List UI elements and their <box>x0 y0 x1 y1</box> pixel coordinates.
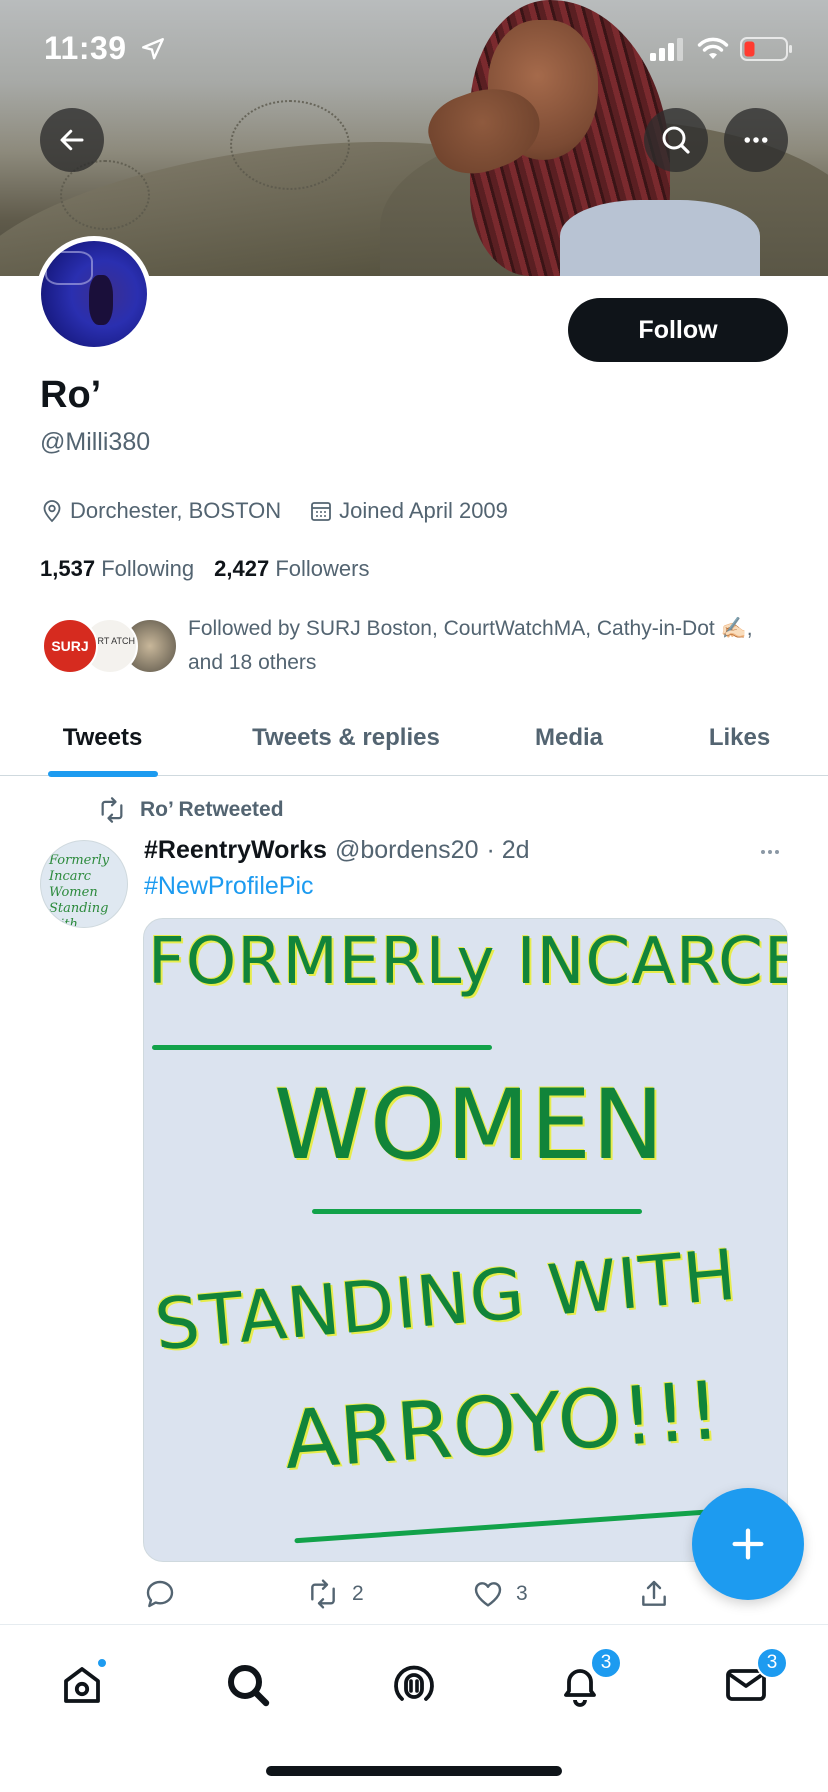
reply-button[interactable] <box>144 1578 176 1610</box>
tweet-actions: 2 3 <box>144 1574 684 1614</box>
more-icon <box>761 850 779 854</box>
wifi-icon <box>697 37 729 59</box>
tweet-header: #ReentryWorks @bordens20 · 2d <box>144 836 530 865</box>
calendar-icon <box>311 502 332 521</box>
location-icon <box>43 500 61 523</box>
followers-link[interactable]: 2,427 Followers <box>214 556 369 582</box>
banner-tree <box>230 100 350 190</box>
nav-spaces[interactable] <box>384 1655 444 1715</box>
compose-plus-icon <box>732 1528 764 1560</box>
reply-icon <box>146 1580 174 1608</box>
back-button[interactable] <box>40 108 104 172</box>
profile-location: Dorchester, BOSTON <box>40 498 281 524</box>
retweet-icon <box>101 797 123 823</box>
profile-name: Ro’ <box>40 374 102 416</box>
tweet-hashtag-link[interactable]: #NewProfilePic <box>144 872 314 901</box>
nav-notifications[interactable]: 3 <box>550 1647 622 1715</box>
media-line-1: FORMERLy INCARCER <box>148 925 788 999</box>
nav-home[interactable] <box>52 1655 112 1715</box>
active-tab-indicator <box>47 771 158 777</box>
followed-by-text: Followed by SURJ Boston, CourtWatchMA, C… <box>188 617 753 674</box>
retweet-button[interactable]: 2 <box>306 1578 364 1610</box>
nav-messages[interactable]: 3 <box>716 1647 788 1715</box>
follow-button[interactable]: Follow <box>568 298 788 362</box>
profile-avatar[interactable] <box>36 236 152 352</box>
signal-icon <box>650 38 683 61</box>
battery-icon <box>740 37 792 61</box>
tweet-media-image[interactable]: FORMERLy INCARCER WOMEN STANDING WITH AR… <box>143 918 788 1562</box>
followed-by[interactable]: SURJ OURT ATCH A Followed by SURJ Boston… <box>40 612 800 682</box>
tweet-author-avatar[interactable]: Formerly Incarc Women Standing with Arro… <box>40 840 128 928</box>
media-line-2: WOMEN <box>274 1069 665 1181</box>
location-arrow-icon <box>142 38 164 60</box>
share-button[interactable] <box>638 1578 670 1610</box>
tweet-username[interactable]: @bordens20 <box>335 836 479 865</box>
profile-tabs: Tweets Tweets & replies Media Likes <box>0 700 828 777</box>
profile-meta: Dorchester, BOSTON Joined April 2009 <box>40 498 536 524</box>
search-button[interactable] <box>644 108 708 172</box>
status-bar: 11:39 <box>0 0 828 100</box>
tab-likes[interactable]: Likes <box>651 700 828 776</box>
media-underline <box>312 1209 642 1214</box>
media-underline <box>294 1507 734 1544</box>
tweet-more-button[interactable] <box>754 840 786 869</box>
tab-tweets-replies[interactable]: Tweets & replies <box>205 700 487 776</box>
share-icon <box>642 1580 666 1606</box>
retweet-count: 2 <box>352 1582 364 1605</box>
avatar-image <box>41 241 147 347</box>
follower-avatar-surj: SURJ <box>42 618 98 674</box>
like-button[interactable]: 3 <box>472 1578 528 1610</box>
search-icon <box>662 126 690 154</box>
tweet-display-name[interactable]: #ReentryWorks <box>144 836 327 865</box>
profile-joined: Joined April 2009 <box>309 498 508 524</box>
tweet-time: · 2d <box>486 836 530 864</box>
tweet-avatar-text: Formerly Incarc Women Standing with Arro… <box>49 853 110 928</box>
following-link[interactable]: 1,537 Following <box>40 556 194 582</box>
more-options-button[interactable] <box>724 108 788 172</box>
nav-explore[interactable] <box>218 1655 278 1715</box>
media-line-3: STANDING WITH <box>151 1233 741 1367</box>
tab-media[interactable]: Media <box>487 700 651 776</box>
home-new-indicator <box>96 1657 108 1669</box>
back-arrow-icon <box>60 129 84 151</box>
retweet-context: Ro’ Retweeted <box>96 796 284 824</box>
retweet-icon <box>311 1579 335 1609</box>
more-icon <box>744 137 768 143</box>
status-icons <box>650 36 794 62</box>
spaces-icon <box>394 1665 434 1701</box>
compose-tweet-button[interactable] <box>692 1488 804 1600</box>
notifications-badge: 3 <box>590 1647 622 1679</box>
like-count: 3 <box>516 1582 528 1605</box>
profile-handle: @Milli380 <box>40 428 151 456</box>
follow-counts: 1,537 Following 2,427 Followers <box>40 556 389 582</box>
media-underline <box>152 1045 492 1050</box>
explore-icon <box>228 1665 270 1707</box>
messages-badge: 3 <box>756 1647 788 1679</box>
status-time: 11:39 <box>44 30 166 67</box>
home-indicator[interactable] <box>266 1766 562 1776</box>
like-icon <box>474 1582 502 1607</box>
tab-tweets[interactable]: Tweets <box>0 700 205 777</box>
media-line-4: ARROYO!!! <box>281 1363 724 1488</box>
